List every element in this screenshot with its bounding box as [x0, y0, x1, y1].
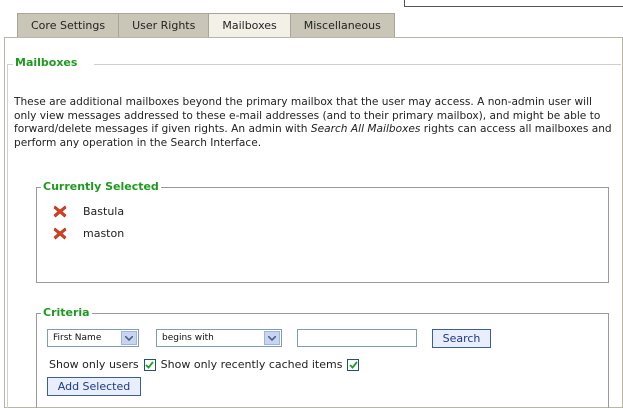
- section-title: Mailboxes: [13, 56, 80, 69]
- top-frame-line: [404, 0, 623, 7]
- currently-selected-title: Currently Selected: [41, 180, 161, 194]
- add-selected-button[interactable]: Add Selected: [47, 377, 141, 396]
- show-cached-checkbox[interactable]: [347, 358, 360, 371]
- show-users-label: Show only users: [49, 358, 139, 371]
- show-users-checkbox[interactable]: [143, 358, 156, 371]
- search-input[interactable]: [297, 329, 417, 347]
- criteria-title: Criteria: [41, 306, 92, 320]
- operator-select-value: begins with: [162, 333, 214, 343]
- tab-bar: Core Settings User Rights Mailboxes Misc…: [17, 13, 395, 38]
- tab-core-settings[interactable]: Core Settings: [17, 13, 119, 38]
- selected-item: Bastula: [53, 205, 124, 218]
- checkmark-icon: [349, 360, 358, 369]
- section-description: These are additional mailboxes beyond th…: [14, 96, 614, 150]
- selected-item-label: Bastula: [83, 205, 125, 218]
- tab-user-rights[interactable]: User Rights: [118, 13, 209, 38]
- tab-miscellaneous[interactable]: Miscellaneous: [289, 13, 395, 38]
- checkmark-icon: [145, 360, 154, 369]
- show-cached-label: Show only recently cached items: [160, 358, 343, 371]
- selected-item-label: maston: [83, 227, 125, 240]
- currently-selected-box: Currently Selected Bastula maston: [36, 180, 609, 283]
- search-button[interactable]: Search: [432, 329, 491, 348]
- section-rule-vertical: [7, 64, 8, 408]
- remove-icon[interactable]: [53, 205, 67, 218]
- mailboxes-panel: Mailboxes These are additional mailboxes…: [4, 37, 623, 408]
- selected-item: maston: [53, 227, 124, 240]
- criteria-box: Criteria First Name begins with Search S…: [36, 306, 609, 408]
- remove-icon[interactable]: [53, 227, 67, 240]
- chevron-down-icon[interactable]: [121, 331, 137, 345]
- filter-options: Show only users Show only recently cache…: [49, 358, 364, 371]
- chevron-down-icon[interactable]: [264, 331, 280, 345]
- field-select-value: First Name: [53, 333, 102, 343]
- operator-select[interactable]: begins with: [156, 329, 282, 347]
- tab-mailboxes[interactable]: Mailboxes: [208, 13, 290, 38]
- field-select[interactable]: First Name: [47, 329, 139, 347]
- section-rule: [94, 64, 621, 65]
- description-emphasis: Search All Mailboxes: [310, 123, 421, 136]
